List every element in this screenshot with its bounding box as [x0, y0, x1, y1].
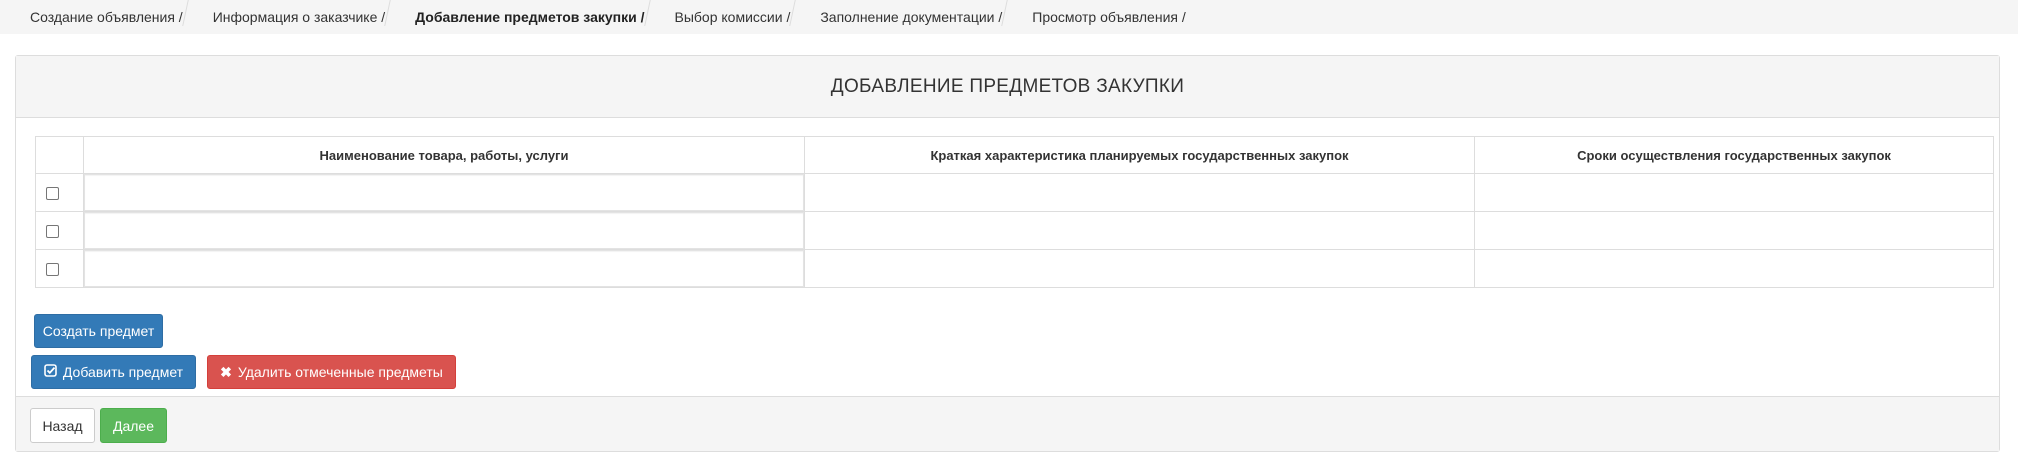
panel-title: ДОБАВЛЕНИЕ ПРЕДМЕТОВ ЗАКУПКИ	[16, 56, 1999, 118]
breadcrumb-label: Добавление предметов закупки /	[415, 9, 645, 25]
breadcrumb-label: Информация о заказчике /	[212, 9, 386, 25]
name-input[interactable]	[84, 174, 804, 211]
description-cell[interactable]	[804, 173, 1475, 212]
create-item-label: Создать предмет	[42, 323, 155, 339]
period-cell[interactable]	[1474, 249, 1994, 288]
add-item-button[interactable]: Добавить предмет	[31, 355, 196, 389]
breadcrumb-item-commission[interactable]: Выбор комиссии /	[643, 0, 799, 34]
description-cell[interactable]	[804, 211, 1475, 250]
add-item-label: Добавить предмет	[62, 364, 184, 380]
column-header-name: Наименование товара, работы, услуги	[83, 136, 805, 174]
row-select-cell	[35, 249, 84, 288]
row-checkbox[interactable]	[46, 225, 59, 239]
row-checkbox[interactable]	[46, 263, 59, 277]
row-select-cell	[35, 211, 84, 250]
row-select-cell	[35, 173, 84, 212]
description-cell[interactable]	[804, 249, 1475, 288]
breadcrumb-item-customer[interactable]: Информация о заказчике /	[181, 0, 393, 34]
back-button[interactable]: Назад	[30, 408, 95, 443]
items-table: Наименование товара, работы, услуги Крат…	[35, 136, 1994, 288]
period-cell[interactable]	[1474, 211, 1994, 250]
table-row	[35, 211, 1994, 250]
name-cell	[83, 249, 805, 288]
delete-selected-label: Удалить отмеченные предметы	[237, 364, 443, 380]
breadcrumb-label: Заполнение документации /	[820, 9, 1003, 25]
name-cell	[83, 211, 805, 250]
breadcrumb-item-create[interactable]: Создание объявления /	[0, 0, 191, 34]
name-cell	[83, 173, 805, 212]
breadcrumb-label: Создание объявления /	[30, 9, 183, 25]
create-item-button[interactable]: Создать предмет	[34, 314, 163, 348]
select-column-header	[35, 136, 84, 174]
breadcrumb-label: Просмотр объявления /	[1032, 9, 1186, 25]
period-cell[interactable]	[1474, 173, 1994, 212]
breadcrumb-item-preview[interactable]: Просмотр объявления /	[1001, 0, 1193, 34]
breadcrumb-item-items[interactable]: Добавление предметов закупки /	[384, 0, 652, 34]
column-header-period: Сроки осуществления государственных заку…	[1474, 136, 1994, 174]
table-row	[35, 249, 1994, 288]
breadcrumb: Создание объявления / Информация о заказ…	[0, 0, 2018, 34]
name-input[interactable]	[84, 212, 804, 249]
next-button[interactable]: Далее	[100, 408, 167, 443]
column-header-description: Краткая характеристика планируемых госуд…	[804, 136, 1475, 174]
table-row	[35, 173, 1994, 212]
back-label: Назад	[42, 417, 83, 434]
delete-selected-button[interactable]: ✖ Удалить отмеченные предметы	[207, 355, 456, 389]
table-header-row: Наименование товара, работы, услуги Крат…	[35, 136, 1994, 174]
close-icon: ✖	[220, 363, 232, 380]
check-square-icon	[44, 364, 57, 380]
row-checkbox[interactable]	[46, 187, 59, 201]
next-label: Далее	[112, 417, 154, 434]
name-input[interactable]	[84, 250, 804, 287]
panel-footer: Назад Далее	[16, 396, 1999, 451]
items-panel: ДОБАВЛЕНИЕ ПРЕДМЕТОВ ЗАКУПКИ Наименовани…	[15, 55, 2000, 452]
breadcrumb-label: Выбор комиссии /	[674, 9, 791, 25]
breadcrumb-item-documentation[interactable]: Заполнение документации /	[789, 0, 1010, 34]
